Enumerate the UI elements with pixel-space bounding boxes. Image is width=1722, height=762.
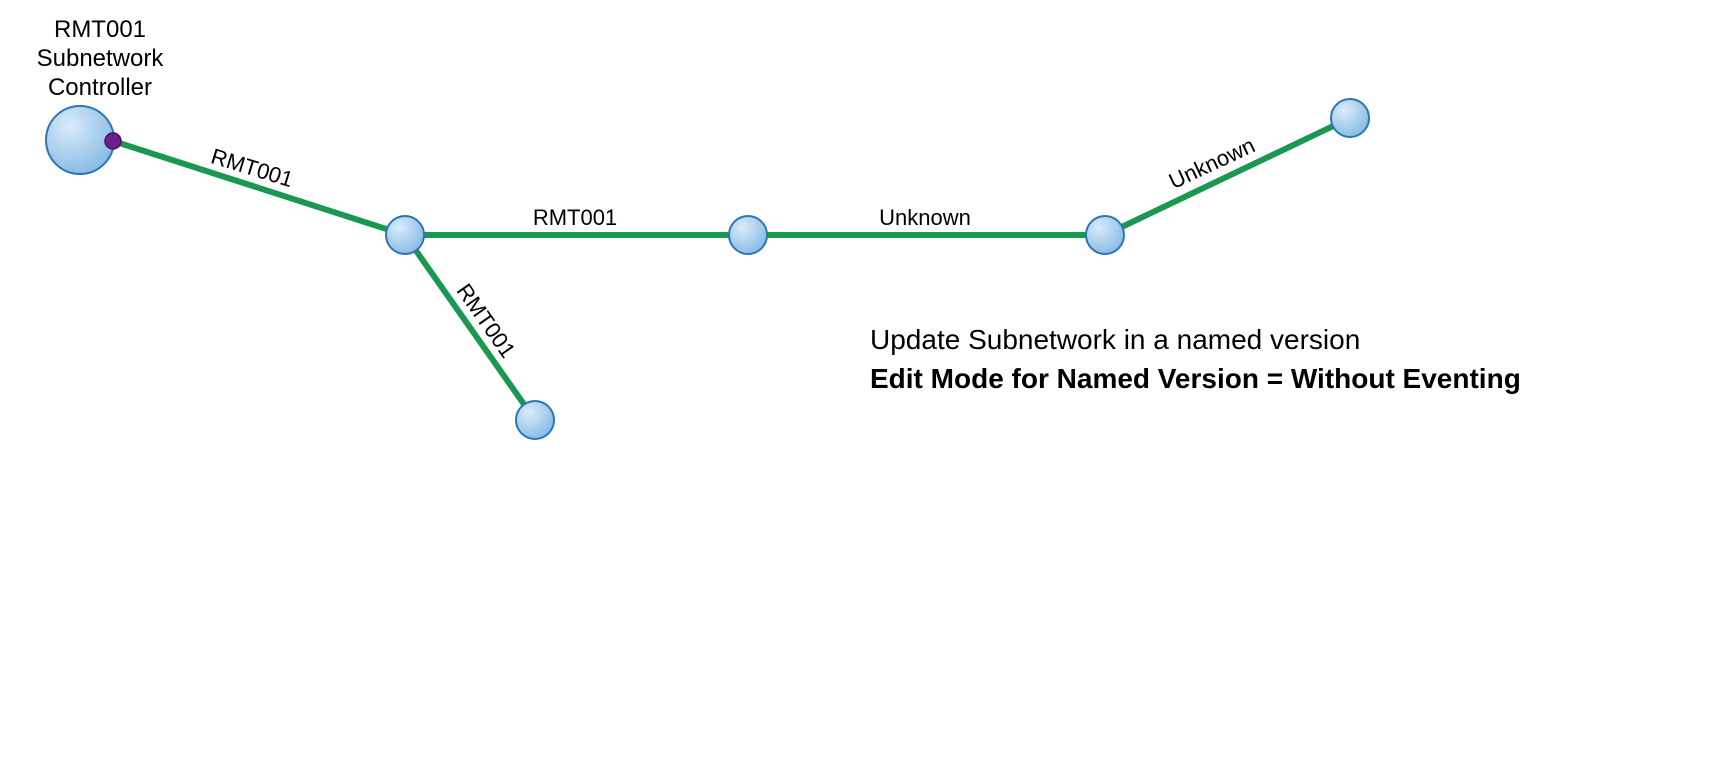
controller-label-line2: Subnetwork (37, 45, 164, 72)
edge-e1: RMT001 (113, 141, 405, 235)
caption-line2: Edit Mode for Named Version = Without Ev… (870, 359, 1521, 398)
node-n5 (1331, 99, 1369, 137)
node-n2 (386, 216, 424, 254)
node-n3 (729, 216, 767, 254)
diagram-caption: Update Subnetwork in a named version Edi… (870, 320, 1521, 398)
caption-line1: Update Subnetwork in a named version (870, 320, 1521, 359)
node-n4 (1086, 216, 1124, 254)
node-controller (46, 106, 114, 174)
edge-e5: RMT001 (405, 235, 535, 420)
controller-label: RMT001 Subnetwork Controller (20, 16, 180, 102)
edge-e4: Unknown (1105, 118, 1350, 235)
edge-label-e2: RMT001 (533, 205, 617, 230)
controller-label-line1: RMT001 (54, 16, 146, 43)
edge-label-e3: Unknown (879, 205, 971, 230)
controller-label-line3: Controller (48, 74, 152, 101)
edge-e3: Unknown (748, 205, 1105, 235)
edge-e2: RMT001 (405, 205, 748, 235)
node-n6 (516, 401, 554, 439)
node-controller-dot (105, 133, 121, 149)
